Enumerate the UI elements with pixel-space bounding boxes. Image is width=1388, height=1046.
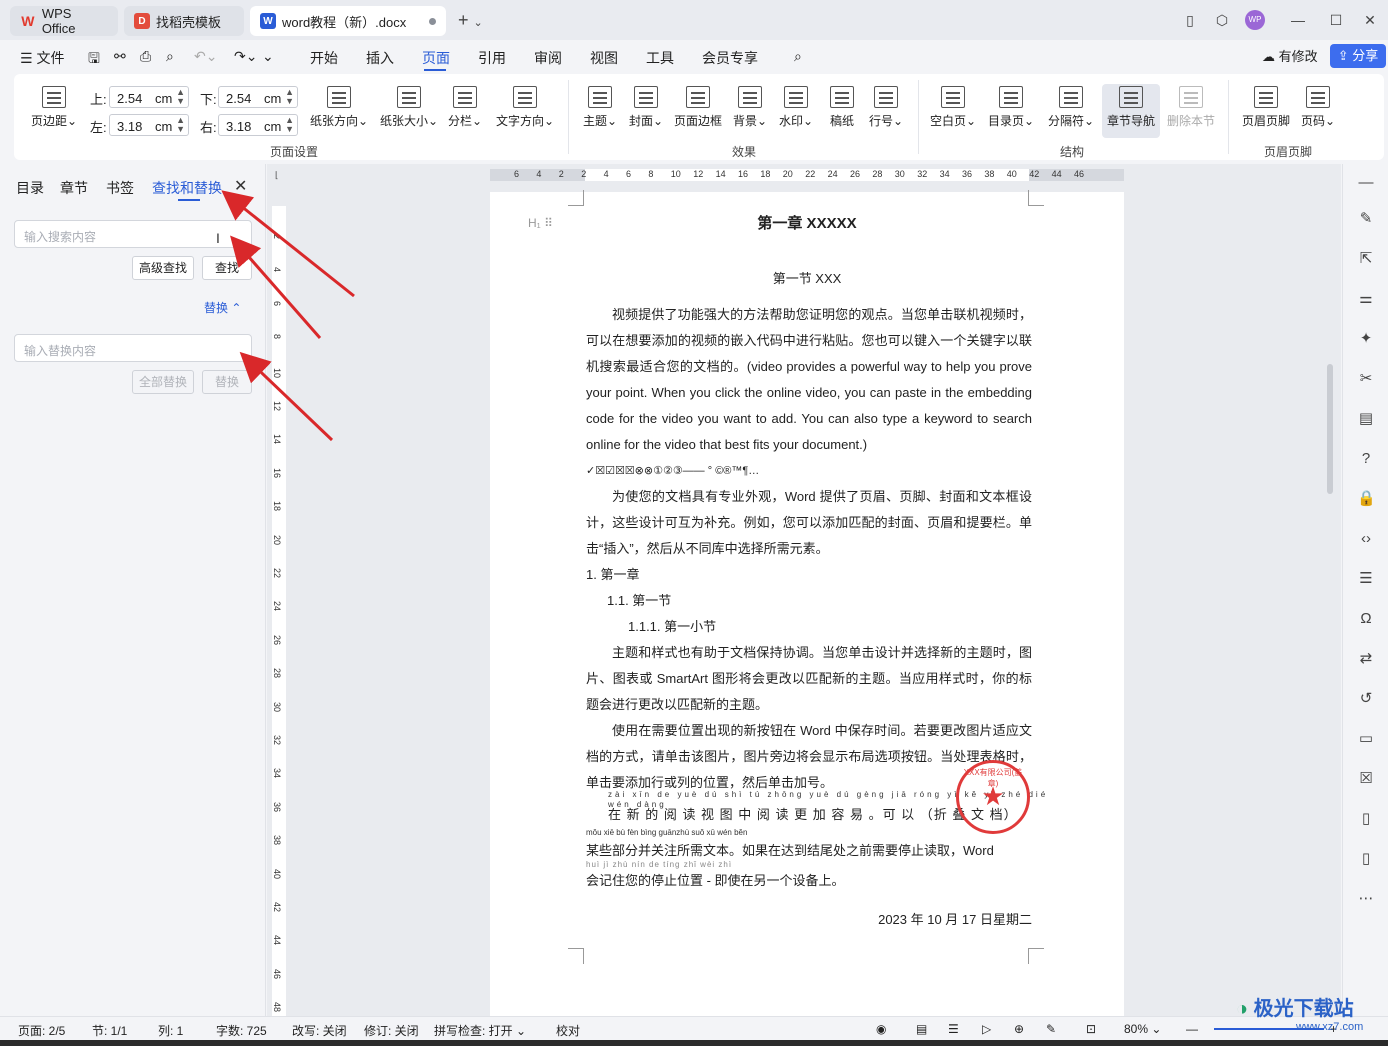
annotation-arrows [221,190,355,442]
arrow-to-find-replace-tab [221,190,355,298]
arrow-to-replace-input [239,351,334,442]
arrow-to-search-input [230,235,322,339]
